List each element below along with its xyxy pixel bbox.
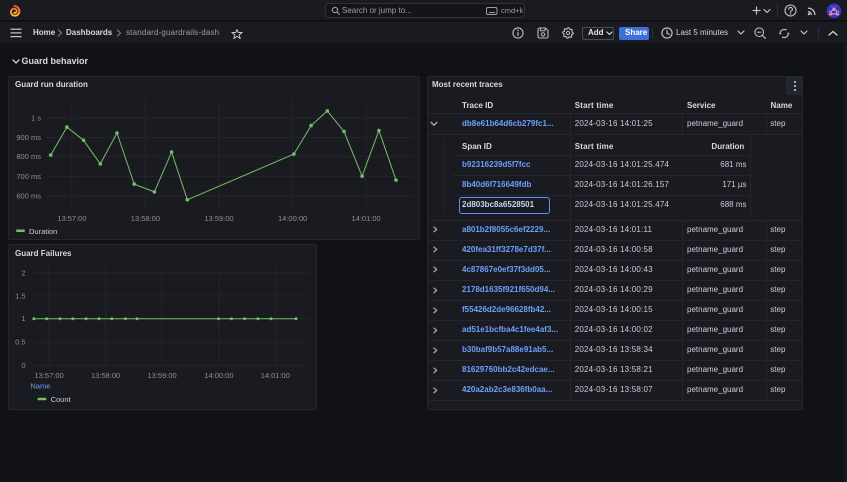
svg-text:1.5: 1.5	[15, 291, 25, 300]
svg-text:Count: Count	[51, 395, 72, 404]
svg-text:Name: Name	[30, 381, 50, 390]
svg-text:0: 0	[21, 361, 25, 370]
svg-text:1 s: 1 s	[31, 114, 41, 123]
svg-text:800 ms: 800 ms	[16, 152, 41, 161]
svg-text:13:59:00: 13:59:00	[204, 214, 233, 223]
svg-text:13:57:00: 13:57:00	[57, 214, 86, 223]
svg-text:13:58:00: 13:58:00	[131, 214, 160, 223]
svg-text:700 ms: 700 ms	[16, 172, 41, 181]
svg-text:13:59:00: 13:59:00	[147, 371, 176, 380]
svg-text:0.5: 0.5	[15, 338, 25, 347]
svg-text:Duration: Duration	[29, 227, 57, 236]
svg-text:14:01:00: 14:01:00	[351, 214, 380, 223]
svg-text:14:00:00: 14:00:00	[204, 371, 233, 380]
svg-text:2: 2	[21, 268, 25, 277]
svg-text:1: 1	[21, 314, 25, 323]
svg-text:600 ms: 600 ms	[16, 192, 41, 201]
svg-text:13:57:00: 13:57:00	[34, 371, 63, 380]
svg-text:14:01:00: 14:01:00	[261, 371, 290, 380]
svg-text:13:58:00: 13:58:00	[91, 371, 120, 380]
svg-text:900 ms: 900 ms	[16, 133, 41, 142]
svg-text:14:00:00: 14:00:00	[278, 214, 307, 223]
